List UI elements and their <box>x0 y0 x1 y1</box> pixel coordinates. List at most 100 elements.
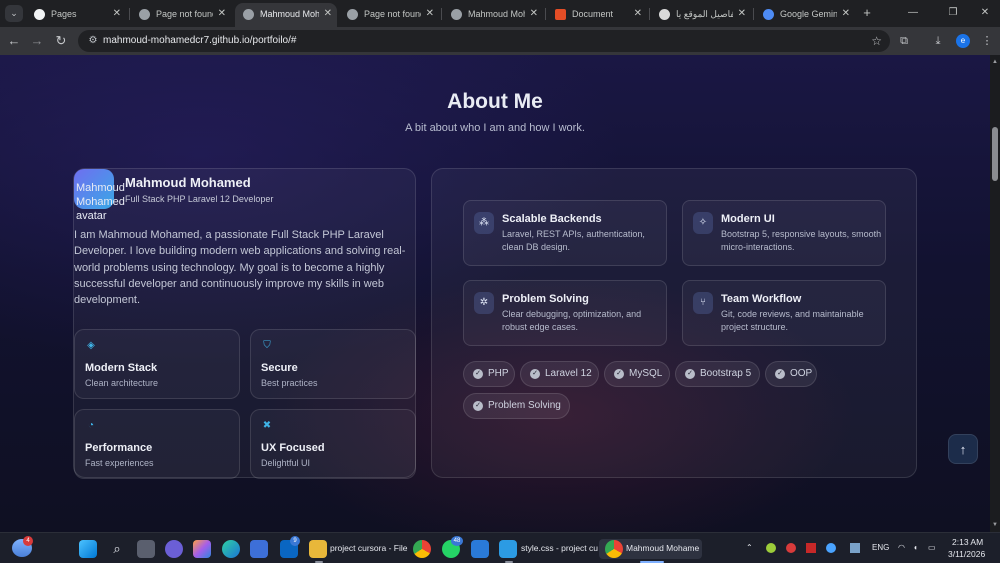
gemini-icon <box>763 9 774 20</box>
mini-card-title: Secure <box>261 362 298 374</box>
git-branch-icon: ⑂ <box>693 292 713 314</box>
close-icon[interactable]: ✕ <box>113 3 121 25</box>
bookmark-star-icon[interactable]: ☆ <box>871 30 882 52</box>
address-bar[interactable]: ⚙ mahmoud-mohamedcr7.github.io/portfoilo… <box>78 30 890 52</box>
vscode-icon[interactable] <box>499 540 517 558</box>
chrome-icon[interactable] <box>413 540 431 558</box>
tab-arabic-site[interactable]: تفاصيل الموقع يا ✕ <box>651 3 751 27</box>
scroll-down-arrow-icon[interactable]: ▼ <box>990 520 1000 530</box>
html5-icon <box>555 9 566 20</box>
mini-card-title: Performance <box>85 442 153 454</box>
teams-chat-icon[interactable] <box>165 540 183 558</box>
tray-app-icon[interactable] <box>806 543 816 553</box>
copilot-icon[interactable] <box>193 540 211 558</box>
taskbar-app-label[interactable]: project cursora - File <box>330 543 407 553</box>
new-tab-button[interactable]: + <box>860 4 874 22</box>
feature-modern-ui: ✧ Modern UI Bootstrap 5, responsive layo… <box>682 200 886 266</box>
check-circle-icon: ✓ <box>473 401 483 411</box>
tab-divider <box>649 8 650 20</box>
tab-active-portfolio[interactable]: Mahmoud Moha ✕ <box>235 3 337 27</box>
tray-app-icon[interactable] <box>766 543 776 553</box>
feature-title: Modern UI <box>721 213 775 225</box>
skill-label: Laravel 12 <box>545 368 592 379</box>
tab-title: Pages <box>51 9 77 19</box>
skill-label: OOP <box>790 368 813 379</box>
tools-icon: ✖ <box>262 420 272 431</box>
skill-label: Problem Solving <box>488 400 561 411</box>
whatsapp-badge: 48 <box>451 536 463 546</box>
chrome-icon <box>605 540 623 558</box>
close-window-button[interactable]: ✕ <box>978 4 992 22</box>
tab-search-button[interactable]: ⌄ <box>5 5 23 22</box>
folder-icon[interactable] <box>309 540 327 558</box>
gauge-icon: ◔ <box>87 420 95 431</box>
scroll-up-arrow-icon[interactable]: ▲ <box>990 57 1000 67</box>
close-icon[interactable]: ✕ <box>842 3 850 25</box>
tab-page-not-found[interactable]: Page not found ✕ <box>131 3 231 27</box>
extensions-icon[interactable]: ⧉ <box>896 33 912 49</box>
forward-button[interactable]: → <box>29 32 45 50</box>
about-title: About Me <box>447 90 543 113</box>
taskbar-app-label[interactable]: Mahmoud Mohame <box>626 543 699 553</box>
skills-card: ⁂ Scalable Backends Laravel, REST APIs, … <box>431 168 917 478</box>
skill-pill: ✓ Problem Solving <box>463 393 570 419</box>
tab-portfolio-2[interactable]: Mahmoud Moha ✕ <box>443 3 543 27</box>
close-icon[interactable]: ✕ <box>530 3 538 25</box>
skill-pill: ✓ MySQL <box>604 361 670 387</box>
feature-title: Scalable Backends <box>502 213 602 225</box>
globe-icon <box>139 9 150 20</box>
minimize-button[interactable]: — <box>906 4 920 22</box>
search-icon[interactable]: ⌕ <box>108 540 126 558</box>
edge-icon[interactable] <box>222 540 240 558</box>
page-viewport: About Me A bit about who I am and how I … <box>0 55 990 532</box>
feature-scalable-backends: ⁂ Scalable Backends Laravel, REST APIs, … <box>463 200 667 266</box>
check-circle-icon: ✓ <box>775 369 785 379</box>
server-icon: ⁂ <box>474 212 494 234</box>
site-info-icon[interactable]: ⚙ <box>86 34 100 48</box>
tab-document[interactable]: Document ✕ <box>547 3 647 27</box>
github-icon <box>34 9 45 20</box>
tab-title: Document <box>572 9 614 19</box>
url-text[interactable]: mahmoud-mohamedcr7.github.io/portfoilo/# <box>103 30 296 52</box>
close-icon[interactable]: ✕ <box>426 3 434 25</box>
profile-avatar[interactable]: e <box>956 34 970 48</box>
back-button[interactable]: ← <box>6 32 22 50</box>
skill-pill: ✓ Bootstrap 5 <box>675 361 760 387</box>
task-view-icon[interactable] <box>137 540 155 558</box>
language-indicator[interactable]: ENG <box>872 543 889 552</box>
windows-start-icon[interactable] <box>79 540 97 558</box>
bluetooth-icon[interactable] <box>826 543 836 553</box>
clock-time[interactable]: 2:13 AM <box>952 537 983 547</box>
store-icon[interactable] <box>250 540 268 558</box>
mini-card-subtitle: Best practices <box>261 378 318 388</box>
tab-page-not-found-2[interactable]: Page not found ✕ <box>339 3 439 27</box>
close-icon[interactable]: ✕ <box>634 3 642 25</box>
scroll-thumb[interactable] <box>992 127 998 181</box>
close-icon[interactable]: ✕ <box>218 3 226 25</box>
wifi-icon[interactable]: ◠ <box>898 543 905 552</box>
tray-overflow-icon[interactable]: ⌃ <box>746 543 753 552</box>
close-icon[interactable]: ✕ <box>738 3 746 25</box>
tray-app-icon[interactable] <box>850 543 860 553</box>
battery-icon[interactable]: ▭ <box>928 543 936 552</box>
reload-button[interactable]: ↻ <box>53 32 69 50</box>
tray-app-icon[interactable] <box>786 543 796 553</box>
profile-card: Mahmoud Mohamed avatar Mahmoud Mohamed F… <box>73 168 416 479</box>
clock-date[interactable]: 3/11/2026 <box>948 549 985 559</box>
tab-gemini[interactable]: Google Gemini ✕ <box>755 3 855 27</box>
volume-icon[interactable]: ◖ <box>913 543 918 552</box>
close-icon[interactable]: ✕ <box>324 3 332 25</box>
restore-button[interactable]: ❐ <box>946 4 960 22</box>
tab-pages[interactable]: Pages ✕ <box>26 3 126 27</box>
page-scrollbar[interactable]: ▲ ▼ <box>990 55 1000 532</box>
chatgpt-icon <box>659 9 670 20</box>
taskbar-app-label[interactable]: style.css - project cu <box>521 543 598 553</box>
download-icon[interactable]: ⤓ <box>930 33 946 49</box>
shield-icon: ⛉ <box>263 340 271 351</box>
menu-kebab-icon[interactable]: ⋮ <box>979 33 995 49</box>
magic-wand-icon: ✧ <box>693 212 713 234</box>
back-to-top-button[interactable]: ↑ <box>948 434 978 464</box>
avatar: Mahmoud Mohamed avatar <box>74 169 125 222</box>
check-circle-icon: ✓ <box>473 369 483 379</box>
mail-icon[interactable] <box>471 540 489 558</box>
